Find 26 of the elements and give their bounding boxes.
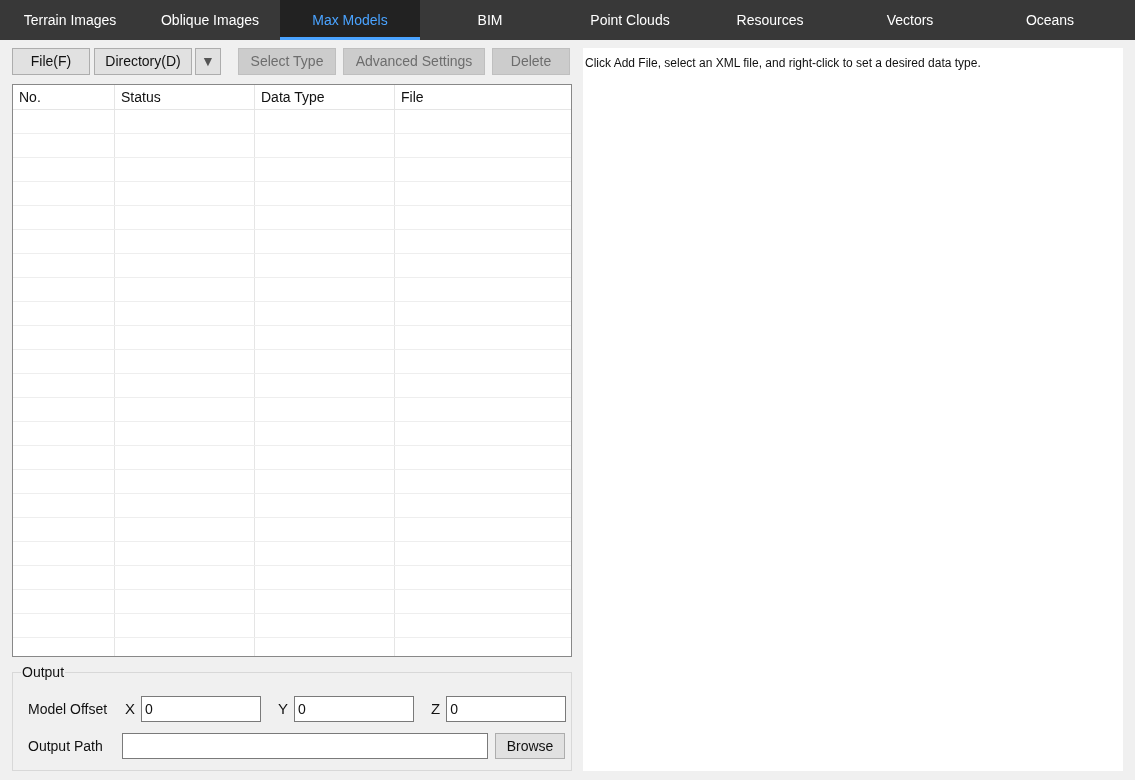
axis-label: Z xyxy=(431,698,441,719)
column-header[interactable]: Status xyxy=(121,86,161,108)
column-header[interactable]: File xyxy=(401,86,424,108)
column-header[interactable]: Data Type xyxy=(261,86,325,108)
field-label: Output Path xyxy=(28,736,104,756)
tab[interactable]: Oblique Images xyxy=(140,0,280,40)
toolbar-button[interactable]: File(F) xyxy=(12,48,90,75)
hint-text: Click Add File, select an XML file, and right-click to set a desired data type. xyxy=(585,56,981,70)
tab[interactable]: Resources xyxy=(700,0,840,40)
offset-field[interactable]: 0 xyxy=(294,696,415,722)
toolbar-button[interactable]: Directory(D) xyxy=(94,48,192,75)
column-header[interactable]: No. xyxy=(19,86,41,108)
tab[interactable]: Terrain Images xyxy=(0,0,140,40)
output-path-field[interactable] xyxy=(122,733,488,759)
tab[interactable]: Point Clouds xyxy=(560,0,700,40)
tab[interactable]: Oceans xyxy=(980,0,1120,40)
axis-label: X xyxy=(125,698,135,719)
field-label: Model Offset xyxy=(28,699,109,719)
dropdown-button[interactable]: ▼ xyxy=(195,48,221,75)
axis-label: Y xyxy=(278,698,289,719)
offset-field[interactable]: 0 xyxy=(446,696,567,722)
tab[interactable]: Vectors xyxy=(840,0,980,40)
offset-field[interactable]: 0 xyxy=(141,696,261,722)
tab[interactable]: BIM xyxy=(420,0,560,40)
browse-button[interactable]: Browse xyxy=(495,733,565,759)
tab[interactable]: Max Models xyxy=(280,0,420,40)
